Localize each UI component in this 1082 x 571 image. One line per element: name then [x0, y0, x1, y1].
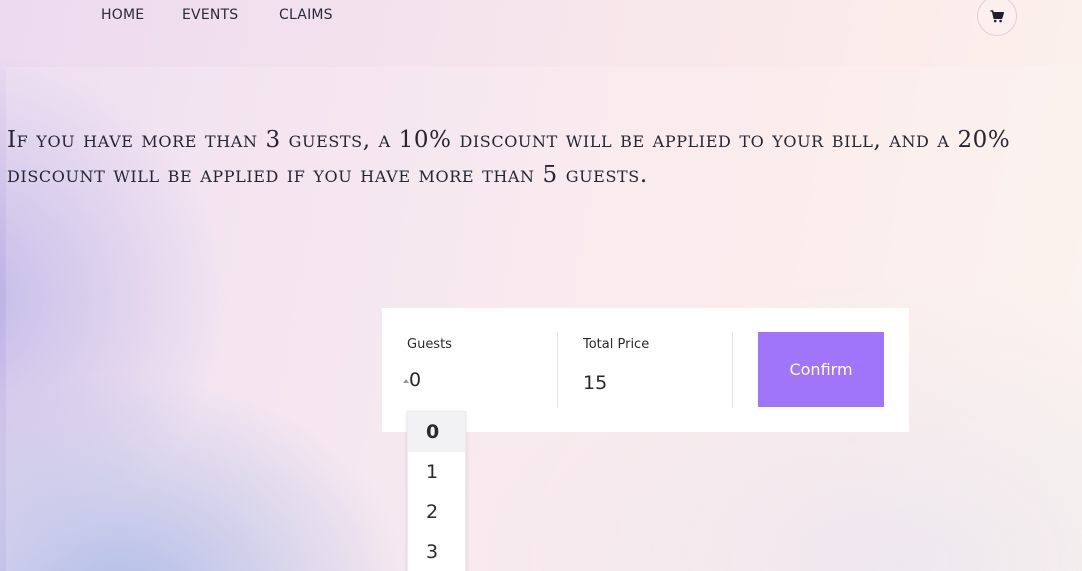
field-divider	[732, 332, 733, 408]
top-navigation: HOME EVENTS CLAIMS	[0, 0, 1082, 66]
guests-option-2[interactable]: 2	[408, 492, 465, 532]
confirm-button[interactable]: Confirm	[758, 332, 884, 407]
shopping-cart-icon	[990, 9, 1004, 22]
guests-option-0[interactable]: 0	[408, 412, 465, 452]
nav-claims-link[interactable]: CLAIMS	[279, 7, 333, 23]
guests-option-3[interactable]: 3	[408, 532, 465, 571]
guests-option-1[interactable]: 1	[408, 452, 465, 492]
guests-value: 0	[409, 369, 422, 391]
total-price-value: 15	[583, 372, 608, 394]
field-divider	[557, 332, 558, 408]
discount-notice: If you have more than 3 guests, a 10% di…	[7, 127, 1011, 188]
guests-label: Guests	[407, 337, 452, 352]
cart-button[interactable]	[977, 0, 1017, 36]
guests-dropdown-list: 0 1 2 3	[407, 411, 466, 571]
nav-home-link[interactable]: HOME	[101, 7, 144, 23]
guests-select[interactable]: 0	[402, 364, 532, 396]
nav-events-link[interactable]: EVENTS	[182, 7, 238, 23]
total-price-label: Total Price	[583, 337, 650, 352]
